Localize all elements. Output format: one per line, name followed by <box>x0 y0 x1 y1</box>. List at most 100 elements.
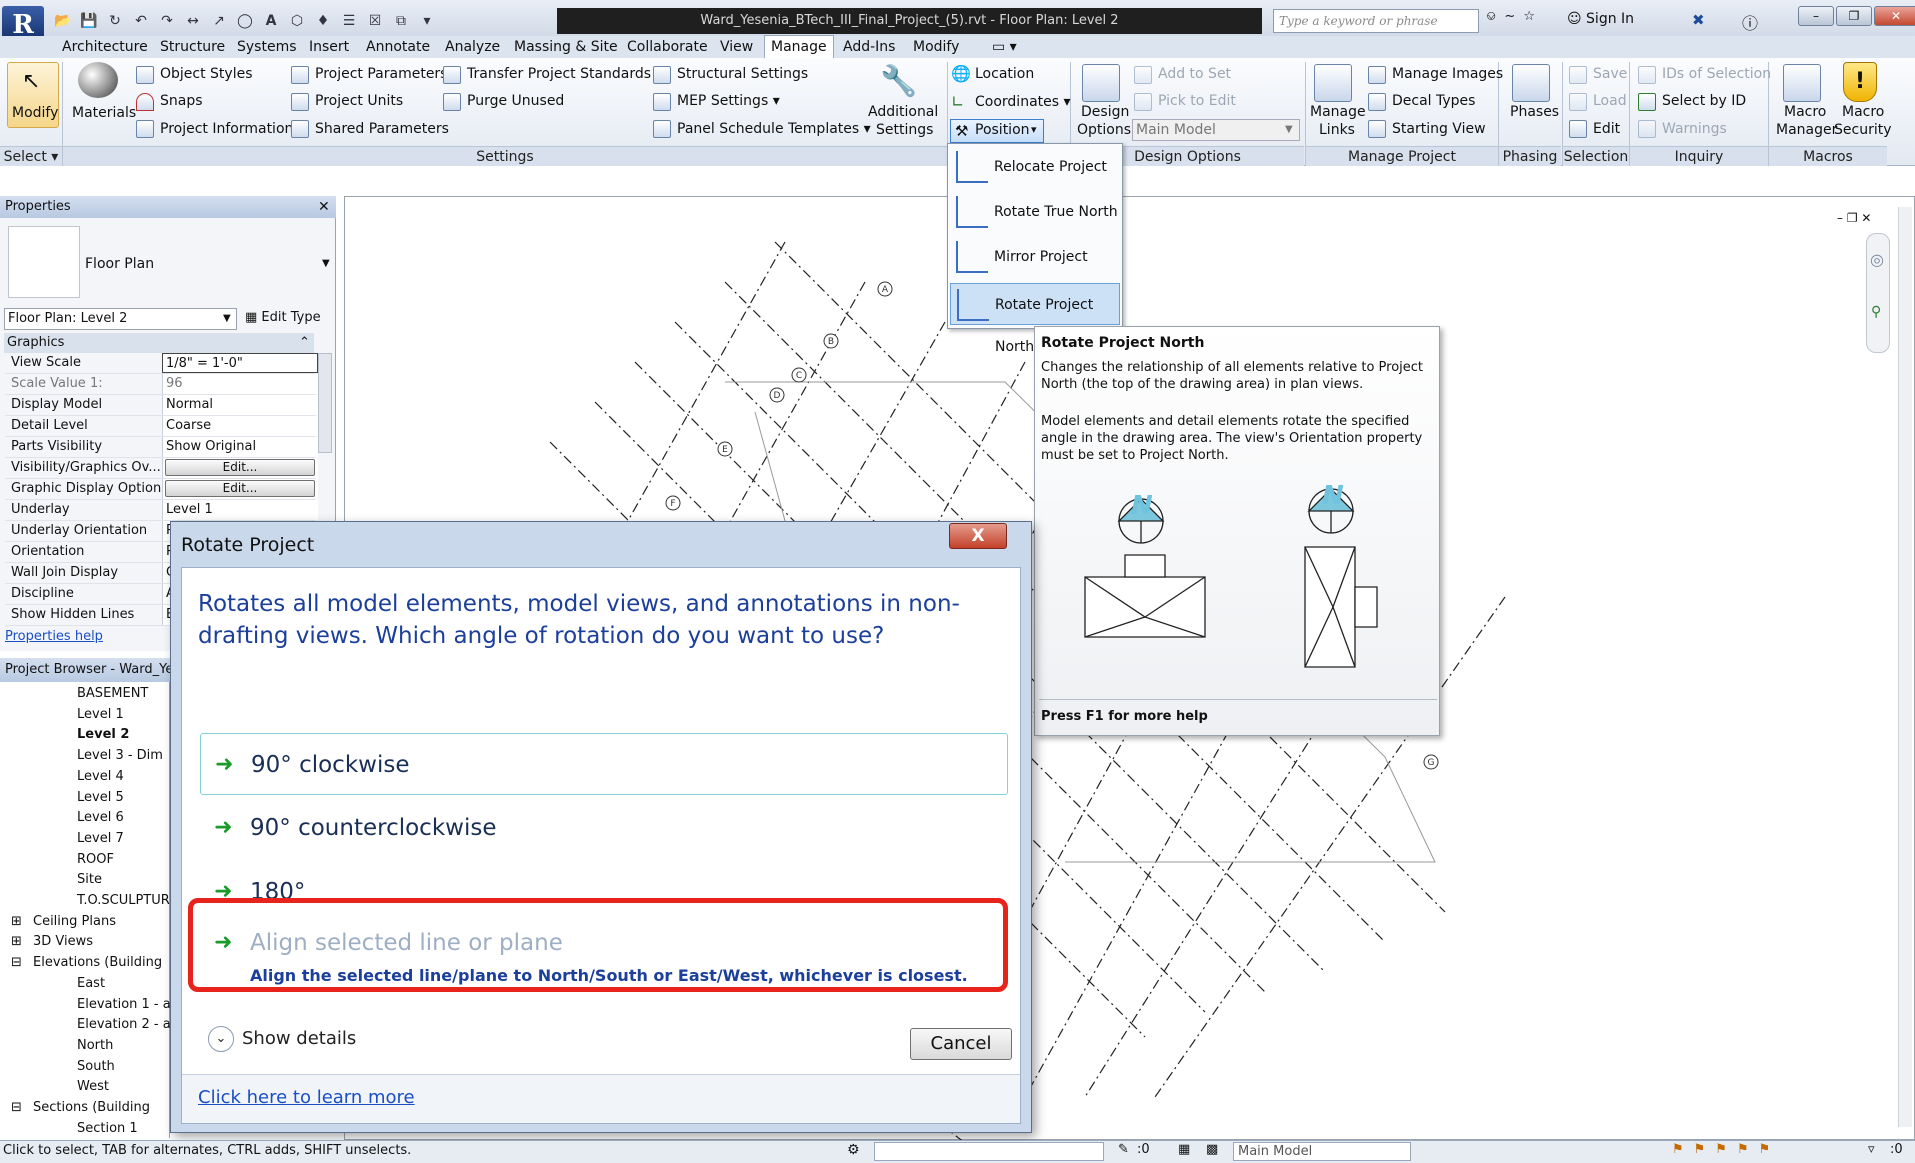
subscription-icon[interactable]: ∼ <box>1504 9 1515 24</box>
edit-selection-button[interactable]: Edit <box>1593 121 1620 137</box>
mep-settings-button[interactable]: MEP Settings ▾ <box>677 93 780 109</box>
properties-scrollbar[interactable] <box>318 353 332 453</box>
decal-types-button[interactable]: Decal Types <box>1392 93 1475 109</box>
browser-item[interactable]: Level 1 <box>77 707 124 722</box>
browser-item[interactable]: ⊞ Ceiling Plans <box>11 914 116 929</box>
position-button[interactable]: ⚒ Position ▾ <box>950 119 1044 143</box>
purge-unused-button[interactable]: Purge Unused <box>467 93 564 109</box>
binoculars-icon[interactable]: ⎉ <box>1486 9 1496 24</box>
switch-windows-icon[interactable]: ⧉ <box>390 10 412 32</box>
sign-in-link[interactable]: ☺ Sign In <box>1567 11 1634 27</box>
underlay-field[interactable]: Level 1 <box>162 500 318 520</box>
option-90-counterclockwise[interactable]: ➜ 90° counterclockwise <box>200 797 1008 859</box>
snaps-button[interactable]: Snaps <box>160 93 203 109</box>
browser-item[interactable]: Level 5 <box>77 790 124 805</box>
tab-annotate[interactable]: Annotate <box>366 36 430 58</box>
browser-item[interactable]: South <box>77 1059 115 1074</box>
exchange-icon[interactable]: ✖ <box>1692 11 1705 29</box>
main-model-dropdown[interactable]: Main Model ▼ <box>1132 119 1300 141</box>
browser-item[interactable]: BASEMENT <box>77 686 148 701</box>
transfer-project-standards-button[interactable]: Transfer Project Standards <box>467 66 651 82</box>
exclude-options-icon[interactable]: ▩ <box>1206 1142 1218 1157</box>
cancel-button[interactable]: Cancel <box>910 1028 1012 1060</box>
text-icon[interactable]: A <box>260 10 282 32</box>
browser-item[interactable]: East <box>77 976 105 991</box>
shared-parameters-button[interactable]: Shared Parameters <box>315 121 449 137</box>
macro-security-button[interactable]: Macro <box>1842 104 1884 120</box>
starting-view-button[interactable]: Starting View <box>1392 121 1486 137</box>
expand-icon[interactable]: ⊟ <box>11 1100 22 1115</box>
browser-item[interactable]: ROOF <box>77 852 114 867</box>
structural-settings-button[interactable]: Structural Settings <box>677 66 808 82</box>
browser-item[interactable]: ⊞ 3D Views <box>11 934 93 949</box>
type-selector-dropdown[interactable]: ▼ <box>322 258 330 269</box>
properties-help-link[interactable]: Properties help <box>5 629 103 644</box>
browser-item[interactable]: T.O.SCULPTURE <box>77 893 170 908</box>
active-design-option[interactable]: Main Model <box>1233 1142 1411 1161</box>
view-window-controls[interactable]: – ❐ ✕ <box>1837 211 1871 225</box>
expand-icon[interactable]: ⊟ <box>11 955 22 970</box>
close-window-button[interactable]: ✕ <box>1874 6 1915 26</box>
browser-item[interactable]: Site <box>77 872 102 887</box>
location-button[interactable]: Location <box>975 66 1034 82</box>
save-selection-button[interactable]: Save <box>1593 66 1627 82</box>
manage-images-button[interactable]: Manage Images <box>1392 66 1503 82</box>
worksets-icon[interactable]: ⚙ <box>847 1142 860 1158</box>
design-options-status-icon[interactable]: ▦ <box>1178 1142 1190 1157</box>
expand-icon[interactable]: ⊞ <box>11 914 22 929</box>
expand-icon[interactable]: ⊞ <box>11 934 22 949</box>
tab-collaborate[interactable]: Collaborate <box>627 36 708 58</box>
dialog-close-button[interactable]: X <box>949 523 1007 549</box>
tab-add-ins[interactable]: Add-Ins <box>843 36 895 58</box>
project-information-button[interactable]: Project Information <box>160 121 293 137</box>
menu-item-rotate-true-north[interactable]: Rotate True North <box>950 191 1120 233</box>
thin-lines-icon[interactable]: ☰ <box>338 10 360 32</box>
graphics-section-header[interactable]: Graphics ⌃ <box>4 333 314 353</box>
browser-item[interactable]: Level 6 <box>77 810 124 825</box>
save-icon[interactable]: 💾 <box>78 10 100 32</box>
browser-item[interactable]: Section 1 <box>77 1121 138 1136</box>
materials-button[interactable]: Materials <box>72 105 136 121</box>
ids-of-selection-button[interactable]: IDs of Selection <box>1662 66 1771 82</box>
visibility-graphics-edit-button[interactable]: Edit... <box>165 459 315 476</box>
measure-icon[interactable]: ↔ <box>182 10 204 32</box>
undo-icon[interactable]: ↶ <box>130 10 152 32</box>
browser-item[interactable]: Level 2 <box>77 727 129 742</box>
3d-view-icon[interactable]: ⬡ <box>286 10 308 32</box>
tab-structure[interactable]: Structure <box>160 36 225 58</box>
browser-item[interactable]: ⊟ Sections (Building <box>11 1100 150 1115</box>
project-parameters-button[interactable]: Project Parameters <box>315 66 447 82</box>
selection-filters-icons[interactable]: ⚑⚑⚑⚑⚑ <box>1672 1142 1780 1157</box>
dimension-icon[interactable]: ↗ <box>208 10 230 32</box>
restore-button[interactable]: ❐ <box>1836 6 1872 26</box>
sync-icon[interactable]: ↻ <box>104 10 126 32</box>
close-hidden-icon[interactable]: ☒ <box>364 10 386 32</box>
editing-requests-icon[interactable]: ✎ <box>1118 1142 1129 1157</box>
ribbon-minimize-icon[interactable]: ▭ ▾ <box>992 36 1017 58</box>
browser-item[interactable]: Level 3 - Dim <box>77 748 163 763</box>
modify-button[interactable]: ↖ Modify <box>7 62 59 128</box>
close-icon[interactable]: ✕ <box>318 196 330 218</box>
learn-more-link[interactable]: Click here to learn more <box>198 1087 415 1108</box>
navigation-bar[interactable]: ◎ ⚲ <box>1866 233 1890 353</box>
help-icon[interactable]: ⓘ <box>1742 10 1758 34</box>
view-scale-field[interactable]: 1/8" = 1'-0" <box>162 353 318 373</box>
detail-level-field[interactable]: Coarse <box>162 416 318 436</box>
select-by-id-button[interactable]: Select by ID <box>1662 93 1746 109</box>
browser-item[interactable]: Elevation 1 - a <box>77 997 170 1012</box>
browser-item[interactable]: ⊟ Elevations (Building <box>11 955 162 970</box>
steering-wheel-icon[interactable]: ◎ <box>1870 250 1884 269</box>
tab-modify[interactable]: Modify <box>913 36 959 58</box>
open-icon[interactable]: 📂 <box>52 10 74 32</box>
minimize-button[interactable]: – <box>1798 6 1834 26</box>
display-model-field[interactable]: Normal <box>162 395 318 415</box>
tab-systems[interactable]: Systems <box>237 36 297 58</box>
tab-manage[interactable]: Manage <box>764 35 834 58</box>
redo-icon[interactable]: ↷ <box>156 10 178 32</box>
browser-item[interactable]: Level 7 <box>77 831 124 846</box>
edit-type-button[interactable]: ▦ Edit Type <box>245 308 321 328</box>
coordinates-button[interactable]: Coordinates ▾ <box>975 94 1071 110</box>
menu-item-rotate-project-north[interactable]: Rotate Project North <box>950 283 1120 355</box>
browser-item[interactable]: Level 4 <box>77 769 124 784</box>
additional-settings-button[interactable]: Additional <box>868 104 938 120</box>
